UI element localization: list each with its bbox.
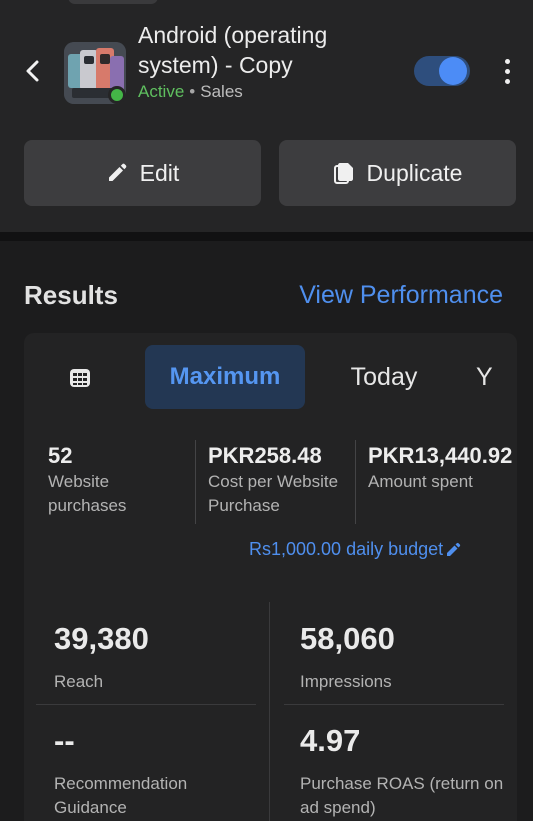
- ad-detail-screen: Android (operating system) - Copy Active…: [0, 0, 533, 821]
- stat-label: Cost per Website Purchase: [208, 472, 339, 515]
- edit-label: Edit: [139, 159, 180, 186]
- stat-label: Amount spent: [368, 472, 473, 491]
- status-bar-peek: [68, 0, 158, 4]
- metric-label: Purchase ROAS (return on ad spend): [300, 774, 504, 817]
- daily-budget-link[interactable]: Rs1,000.00 daily budget: [249, 539, 461, 560]
- back-button[interactable]: [18, 56, 48, 86]
- duplicate-button[interactable]: Duplicate: [279, 140, 516, 206]
- calendar-grid-icon: [70, 369, 90, 387]
- metrics-horizontal-divider: [36, 704, 256, 705]
- stat-divider: [355, 440, 356, 524]
- tab-today[interactable]: Today: [323, 345, 445, 409]
- tab-maximum[interactable]: Maximum: [145, 345, 305, 409]
- ad-header: Android (operating system) - Copy Active…: [0, 0, 533, 232]
- budget-label: Rs1,000.00 daily budget: [249, 539, 444, 559]
- metric-impressions[interactable]: 58,060 Impressions: [300, 620, 510, 694]
- metric-value: 58,060: [300, 621, 395, 656]
- metric-value: 4.97: [300, 723, 361, 758]
- more-vertical-icon: [504, 58, 510, 84]
- pencil-icon: [108, 163, 126, 181]
- metric-label: Reach: [54, 672, 104, 691]
- more-options-button[interactable]: [494, 56, 520, 86]
- stat-value: 52: [48, 443, 73, 468]
- status-text: Active: [138, 82, 185, 101]
- metric-label: Recommendation Guidance: [54, 774, 188, 817]
- tab-calendar[interactable]: [58, 360, 102, 396]
- toggle-knob: [439, 57, 467, 85]
- view-performance-link[interactable]: View Performance: [299, 281, 503, 310]
- metrics-horizontal-divider: [284, 704, 504, 705]
- results-heading: Results: [24, 280, 118, 310]
- delivery-toggle[interactable]: [414, 56, 470, 86]
- stat-website-purchases: 52 Website purchases: [48, 442, 188, 518]
- stat-amount-spent: PKR13,440.92 Amount spent: [368, 442, 518, 494]
- stat-label: Website purchases: [48, 472, 127, 515]
- metric-reach[interactable]: 39,380 Reach: [54, 620, 264, 694]
- edit-pencil-icon: [447, 542, 461, 556]
- stat-value: PKR13,440.92: [368, 443, 513, 468]
- back-arrow-icon: [26, 60, 39, 82]
- edit-button[interactable]: Edit: [24, 140, 261, 206]
- stat-divider: [195, 440, 196, 524]
- metric-recommendation-guidance[interactable]: -- Recommendation Guidance: [54, 722, 264, 820]
- tab-yesterday-partial[interactable]: Y: [476, 345, 506, 409]
- metric-purchase-roas[interactable]: 4.97 Purchase ROAS (return on ad spend): [300, 722, 510, 820]
- metric-value: --: [54, 723, 75, 758]
- section-divider: [0, 232, 533, 241]
- objective-text: Sales: [200, 82, 243, 101]
- ad-meta: Active • Sales: [138, 81, 243, 103]
- duplicate-label: Duplicate: [366, 159, 463, 186]
- metric-value: 39,380: [54, 621, 149, 656]
- stat-value: PKR258.48: [208, 443, 322, 468]
- stat-cost-per-purchase: PKR258.48 Cost per Website Purchase: [208, 442, 348, 518]
- metric-label: Impressions: [300, 672, 392, 691]
- ad-title: Android (operating system) - Copy: [138, 22, 328, 78]
- metrics-vertical-divider: [269, 602, 270, 821]
- active-status-dot: [108, 86, 126, 104]
- meta-separator: •: [189, 82, 196, 101]
- copy-icon: [333, 163, 353, 184]
